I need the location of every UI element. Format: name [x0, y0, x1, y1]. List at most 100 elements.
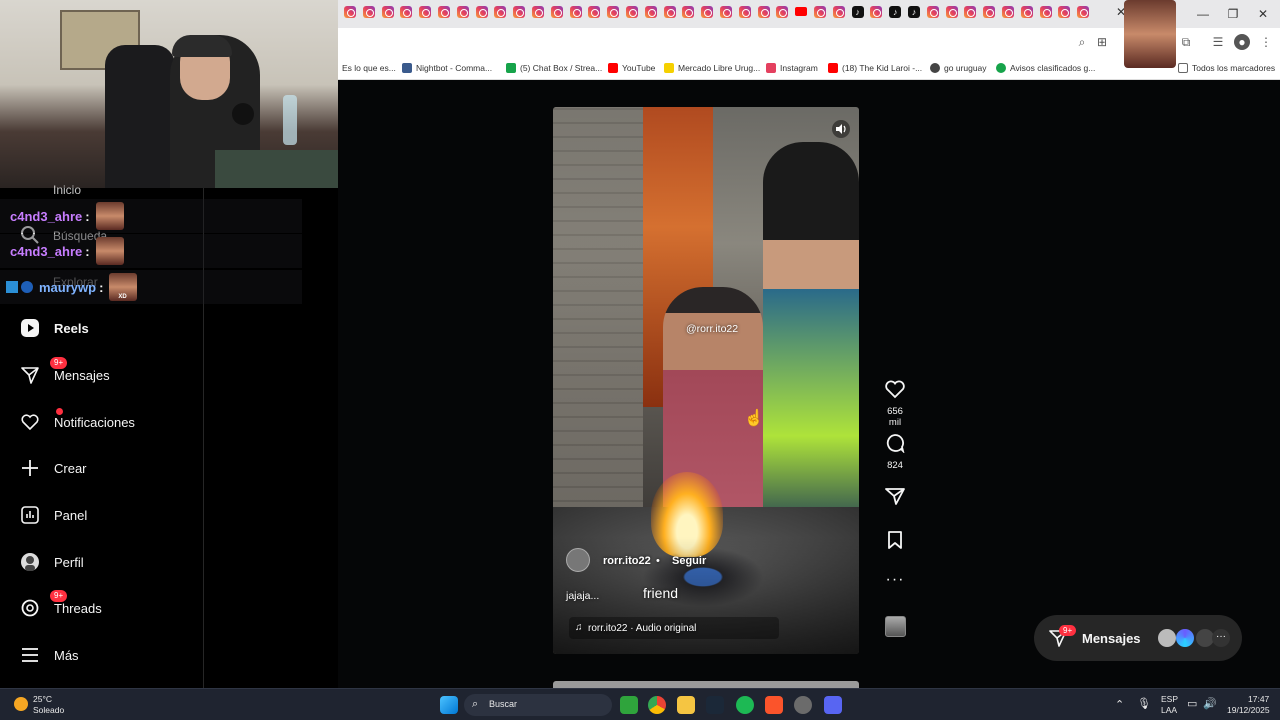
share-button[interactable]	[880, 486, 910, 511]
instagram-tab-icon[interactable]	[381, 6, 394, 18]
instagram-tab-icon[interactable]	[400, 6, 413, 18]
instagram-tab-icon[interactable]	[494, 6, 507, 18]
comment-button[interactable]: 824	[880, 433, 910, 471]
instagram-tab-icon[interactable]	[419, 6, 432, 18]
profile-avatar-icon[interactable]: ●	[1234, 34, 1250, 50]
bookmark-4[interactable]: Mercado Libre Urug...	[664, 61, 760, 75]
bookmark-0[interactable]: Es lo que es...	[342, 61, 396, 75]
instagram-tab-icon[interactable]	[1002, 6, 1014, 18]
nav-mensajes[interactable]: 9+ Mensajes	[20, 357, 110, 387]
instagram-tab-icon[interactable]	[438, 6, 450, 18]
spotify-icon[interactable]	[736, 696, 754, 714]
instagram-tab-icon[interactable]	[1039, 6, 1052, 18]
weather-desc[interactable]: Soleado	[33, 705, 64, 715]
volume-icon[interactable]	[832, 120, 850, 138]
like-button[interactable]: 656 mil	[880, 379, 910, 428]
next-reel-preview[interactable]	[553, 681, 859, 688]
instagram-tab-icon[interactable]	[475, 6, 488, 18]
reel-video[interactable]: @rorr.ito22 rorr.ito22 • Seguir jajaja..…	[553, 107, 859, 654]
instagram-tab-icon[interactable]	[569, 6, 582, 18]
clock-date[interactable]: 19/12/2025	[1227, 705, 1270, 715]
instagram-tab-icon[interactable]	[926, 6, 939, 18]
instagram-tab-icon[interactable]	[588, 6, 601, 18]
extensions-icon[interactable]: ⧉	[1178, 34, 1194, 50]
browser-menu-icon[interactable]: ⋮	[1258, 34, 1274, 50]
instagram-tab-icon[interactable]	[456, 6, 469, 18]
zoom-icon[interactable]: ⌕	[1074, 34, 1090, 50]
instagram-tab-icon[interactable]	[1077, 6, 1090, 18]
volume-icon[interactable]: 🔊	[1203, 697, 1217, 710]
instagram-tab-icon[interactable]	[344, 6, 356, 18]
follow-button[interactable]: Seguir	[672, 555, 706, 567]
save-button[interactable]	[880, 530, 910, 555]
bookmark-5[interactable]: Instagram	[766, 61, 818, 75]
instagram-tab-icon[interactable]	[964, 6, 977, 18]
instagram-tab-icon[interactable]	[532, 6, 544, 18]
instagram-tab-icon[interactable]	[644, 6, 657, 18]
xbox-icon[interactable]	[620, 696, 638, 714]
language-code[interactable]: ESP	[1161, 694, 1178, 704]
instagram-tab-icon[interactable]	[983, 6, 996, 18]
tiktok-tab-icon[interactable]: ♪	[908, 6, 920, 18]
nav-reels[interactable]: Reels	[20, 316, 89, 340]
author-username[interactable]: rorr.ito22	[603, 555, 651, 567]
url-field[interactable]	[338, 30, 1078, 54]
nav-threads[interactable]: 9+ Threads	[20, 590, 102, 620]
instagram-tab-icon[interactable]	[1020, 6, 1033, 18]
instagram-tab-icon[interactable]	[550, 6, 563, 18]
tiktok-tab-icon[interactable]: ♪	[889, 6, 902, 18]
file-explorer-icon[interactable]	[677, 696, 695, 714]
weather-icon[interactable]	[14, 697, 28, 711]
instagram-tab-icon[interactable]	[738, 6, 751, 18]
nav-perfil[interactable]: Perfil	[20, 550, 84, 574]
tiktok-tab-icon[interactable]: ♪	[851, 6, 864, 18]
bookmark-8[interactable]: Avisos clasificados g...	[996, 61, 1095, 75]
install-icon[interactable]: ⊞	[1094, 34, 1110, 50]
instagram-tab-icon[interactable]	[362, 6, 375, 18]
instagram-tab-icon[interactable]	[757, 6, 770, 18]
taskbar-search[interactable]	[464, 694, 612, 716]
close-window-icon[interactable]: ✕	[1248, 4, 1278, 24]
show-hidden-icons-icon[interactable]: ⌃	[1115, 698, 1124, 711]
microphone-icon[interactable]: 🎙	[1137, 697, 1151, 710]
instagram-tab-icon[interactable]	[626, 6, 638, 18]
nav-panel[interactable]: Panel	[20, 503, 87, 527]
instagram-tab-icon[interactable]	[776, 6, 789, 18]
chrome-icon[interactable]	[648, 696, 666, 714]
windows-start-icon[interactable]	[440, 696, 458, 714]
nav-notificaciones[interactable]: Notificaciones	[20, 408, 135, 434]
obs-icon[interactable]	[794, 696, 812, 714]
nav-mas[interactable]: Más	[20, 643, 79, 667]
audio-thumbnail[interactable]	[885, 616, 906, 637]
minimize-icon[interactable]: —	[1188, 4, 1218, 24]
instagram-tab-icon[interactable]	[607, 6, 620, 18]
nav-ghost-inicio[interactable]: Inicio	[53, 183, 81, 197]
bookmark-2[interactable]: (5) Chat Box / Strea...	[506, 61, 602, 75]
bookmark-7[interactable]: go uruguay	[930, 61, 987, 75]
instagram-tab-icon[interactable]	[832, 6, 845, 18]
instagram-tab-icon[interactable]	[701, 6, 714, 18]
author-avatar[interactable]	[566, 548, 590, 572]
brave-icon[interactable]	[765, 696, 783, 714]
discord-icon[interactable]	[824, 696, 842, 714]
language-layout[interactable]: LAA	[1161, 705, 1177, 715]
messages-pill[interactable]: 9+ Mensajes ···	[1034, 615, 1242, 661]
caption-text[interactable]: jajaja...	[566, 590, 599, 602]
bookmark-3[interactable]: YouTube	[608, 61, 655, 75]
instagram-tab-icon[interactable]	[513, 6, 526, 18]
instagram-tab-icon[interactable]	[814, 6, 826, 18]
nav-crear[interactable]: Crear	[20, 456, 87, 480]
bookmark-1[interactable]: Nightbot - Comma...	[402, 61, 492, 75]
network-icon[interactable]: ▭	[1187, 697, 1197, 710]
instagram-tab-icon[interactable]	[720, 6, 732, 18]
maximize-icon[interactable]: ❐	[1218, 4, 1248, 24]
clock-time[interactable]: 17:47	[1248, 694, 1269, 704]
bookmark-6[interactable]: (18) The Kid Laroi -...	[828, 61, 922, 75]
more-options-icon[interactable]: ···	[880, 571, 910, 589]
instagram-tab-icon[interactable]	[682, 6, 695, 18]
youtube-tab-icon[interactable]	[795, 7, 808, 16]
instagram-tab-icon[interactable]	[663, 6, 676, 18]
weather-temp[interactable]: 25°C	[33, 694, 52, 704]
reading-list-icon[interactable]: ☰	[1210, 34, 1226, 50]
all-bookmarks[interactable]: Todos los marcadores	[1178, 61, 1275, 75]
